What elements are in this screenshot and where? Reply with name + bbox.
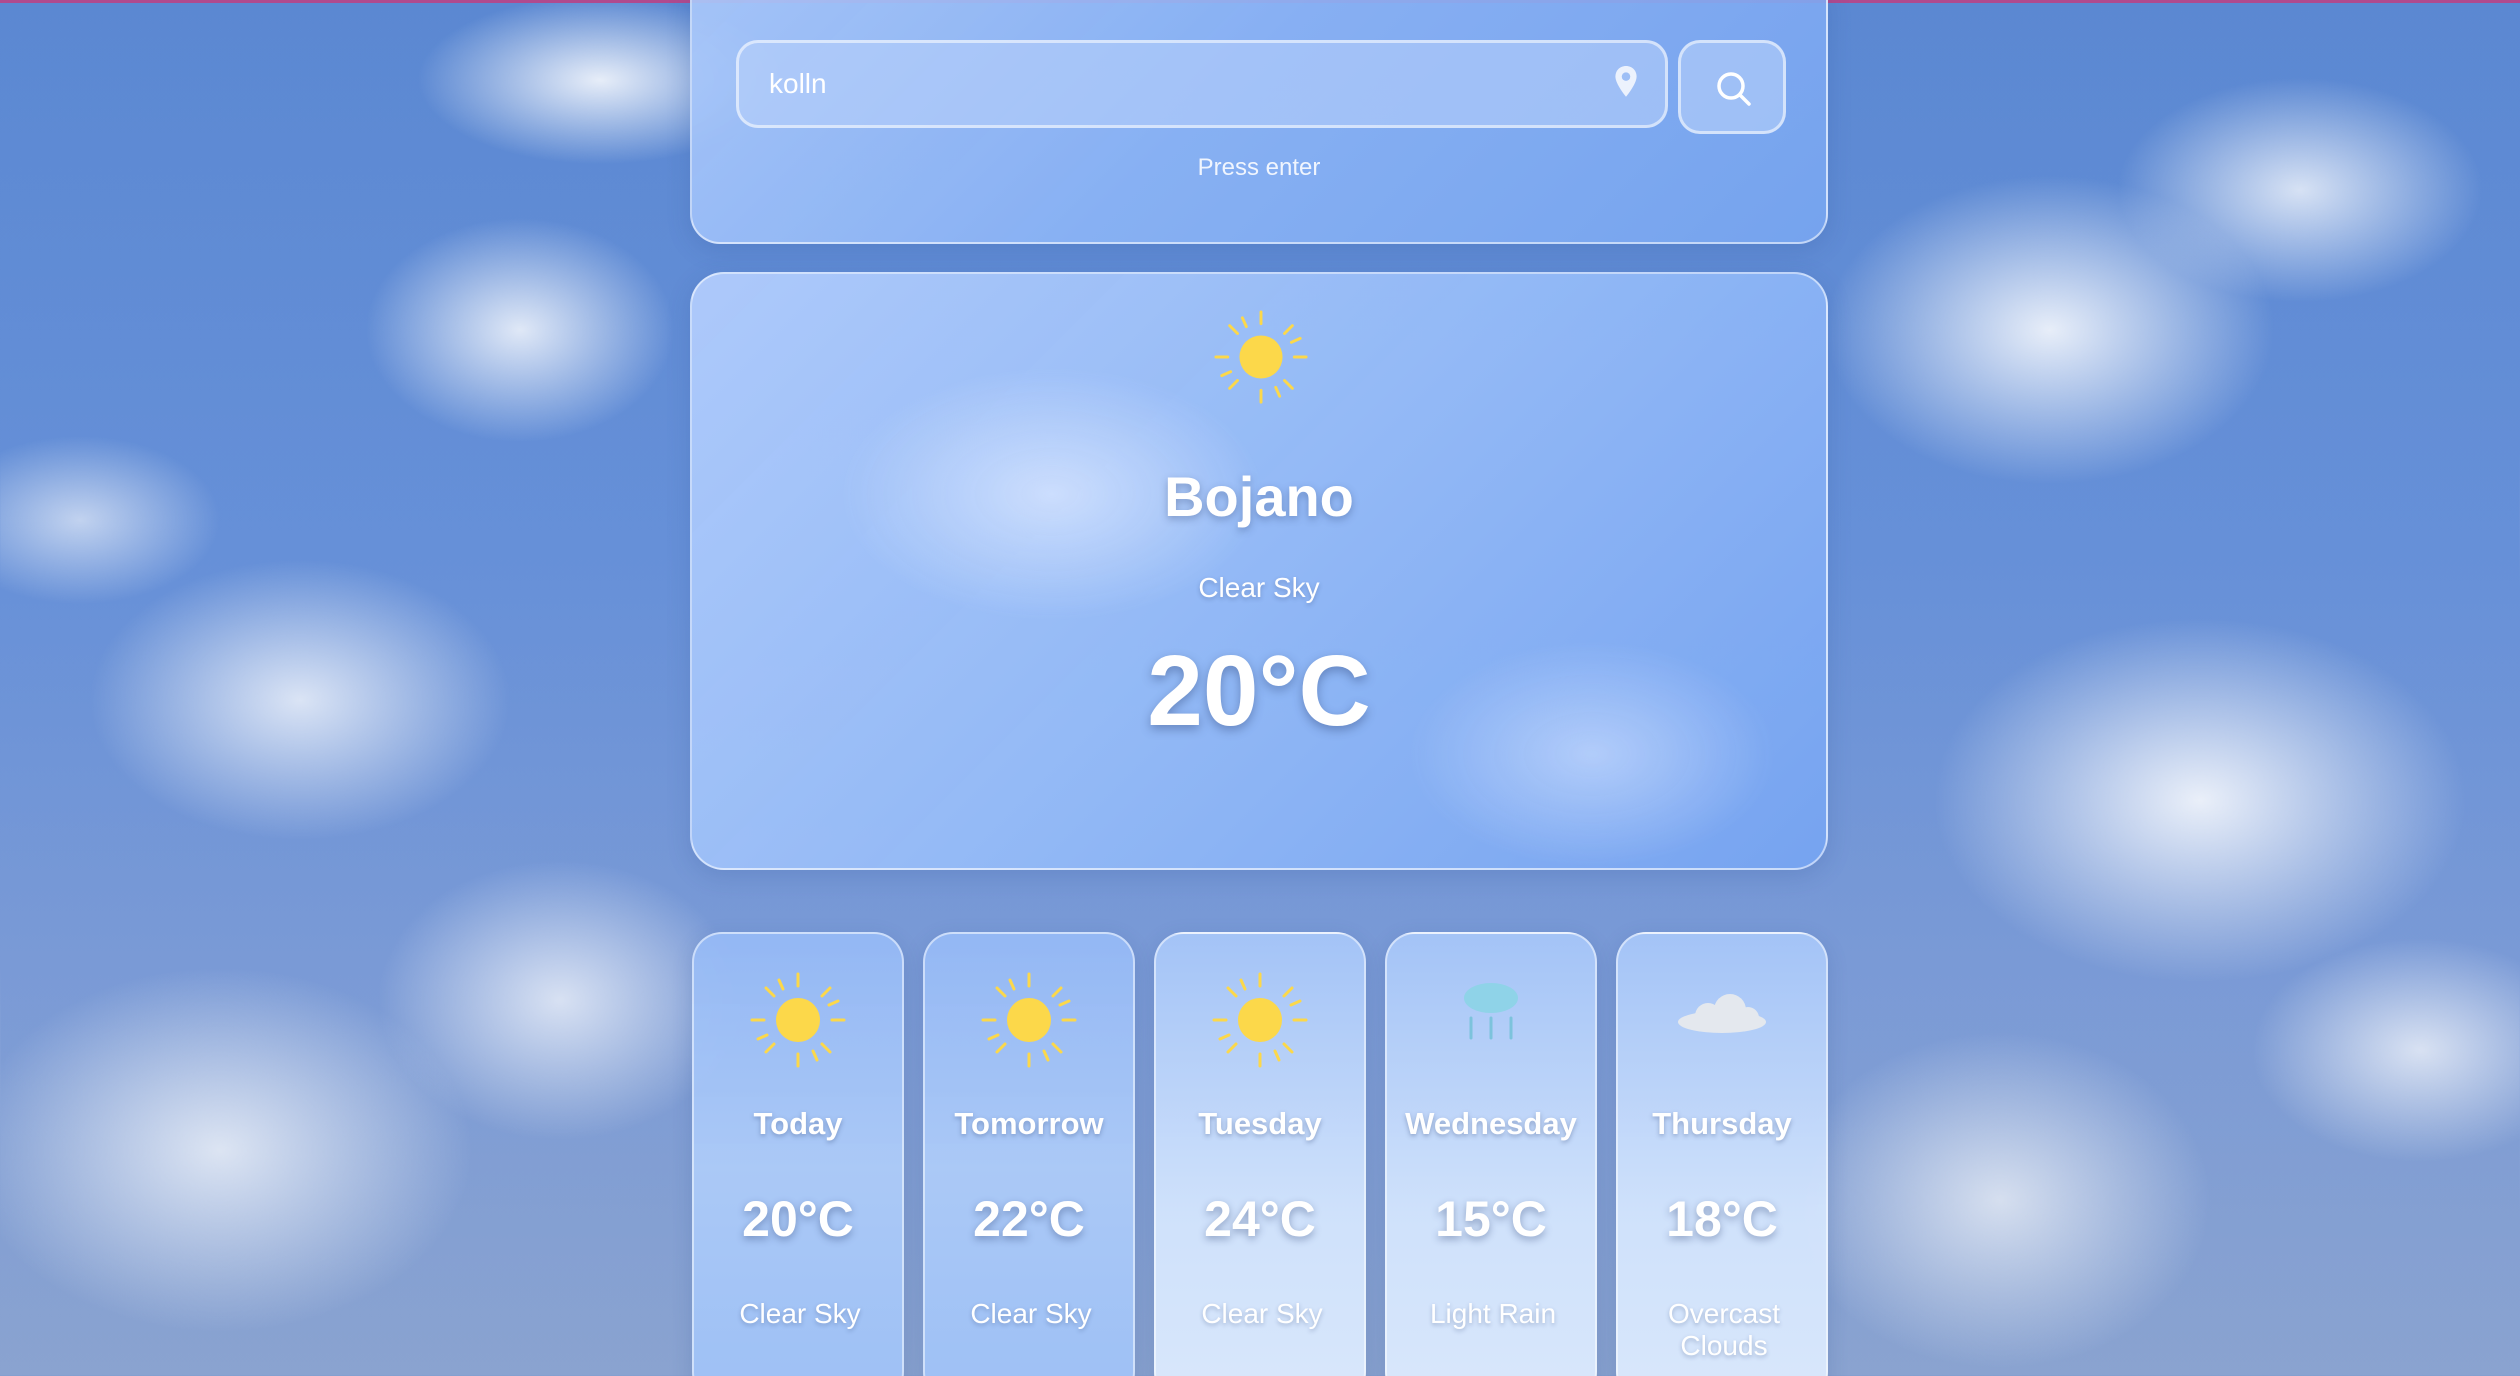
forecast-card-wednesday[interactable]: Wednesday 15°C Light Rain: [1385, 932, 1597, 1376]
forecast-condition: Light Rain: [1429, 1298, 1557, 1329]
magnifier-icon: [1717, 72, 1751, 106]
search-box[interactable]: [736, 40, 1668, 128]
forecast-condition: Clear Sky: [1201, 1298, 1323, 1329]
sun-icon: [750, 972, 846, 1068]
forecast-card-thursday[interactable]: Thursday 18°C Overcast Clouds: [1616, 932, 1828, 1376]
search-hint: Press enter: [1197, 154, 1321, 181]
current-weather-card: Bojano Clear Sky 20°C: [690, 272, 1828, 870]
sun-icon: [1214, 310, 1308, 404]
map-pin-icon[interactable]: [1613, 65, 1639, 101]
forecast-day: Thursday: [1652, 1106, 1792, 1141]
city-name: Bojano: [1164, 465, 1354, 528]
forecast-day: Wednesday: [1405, 1106, 1577, 1141]
search-panel: Press enter: [690, 0, 1828, 244]
forecast-card-today[interactable]: Today 20°C Clear Sky: [692, 932, 904, 1376]
forecast-card-tomorrow[interactable]: Tomorrow 22°C Clear Sky: [923, 932, 1135, 1376]
current-condition: Clear Sky: [1198, 572, 1320, 603]
forecast-condition: Clear Sky: [739, 1298, 861, 1329]
forecast-day: Tuesday: [1198, 1106, 1322, 1141]
forecast-temperature: 18°C: [1666, 1191, 1778, 1247]
forecast-day: Today: [753, 1106, 843, 1141]
city-search-input[interactable]: [769, 43, 1589, 125]
forecast-temperature: 20°C: [742, 1191, 854, 1247]
rain-icon: [1464, 983, 1518, 1040]
forecast-temperature: 24°C: [1204, 1191, 1316, 1247]
sun-icon: [981, 972, 1077, 1068]
sun-icon: [1212, 972, 1308, 1068]
forecast-temperature: 15°C: [1435, 1191, 1547, 1247]
cloud-icon: [1678, 994, 1766, 1033]
forecast-temperature: 22°C: [973, 1191, 1085, 1247]
forecast-condition: Clear Sky: [970, 1298, 1092, 1329]
current-temperature: 20°C: [1147, 635, 1371, 747]
forecast-day: Tomorrow: [954, 1106, 1104, 1141]
search-button[interactable]: [1678, 40, 1786, 134]
forecast-card-tuesday[interactable]: Tuesday 24°C Clear Sky: [1154, 932, 1366, 1376]
forecast-condition: Overcast Clouds: [1667, 1298, 1781, 1361]
